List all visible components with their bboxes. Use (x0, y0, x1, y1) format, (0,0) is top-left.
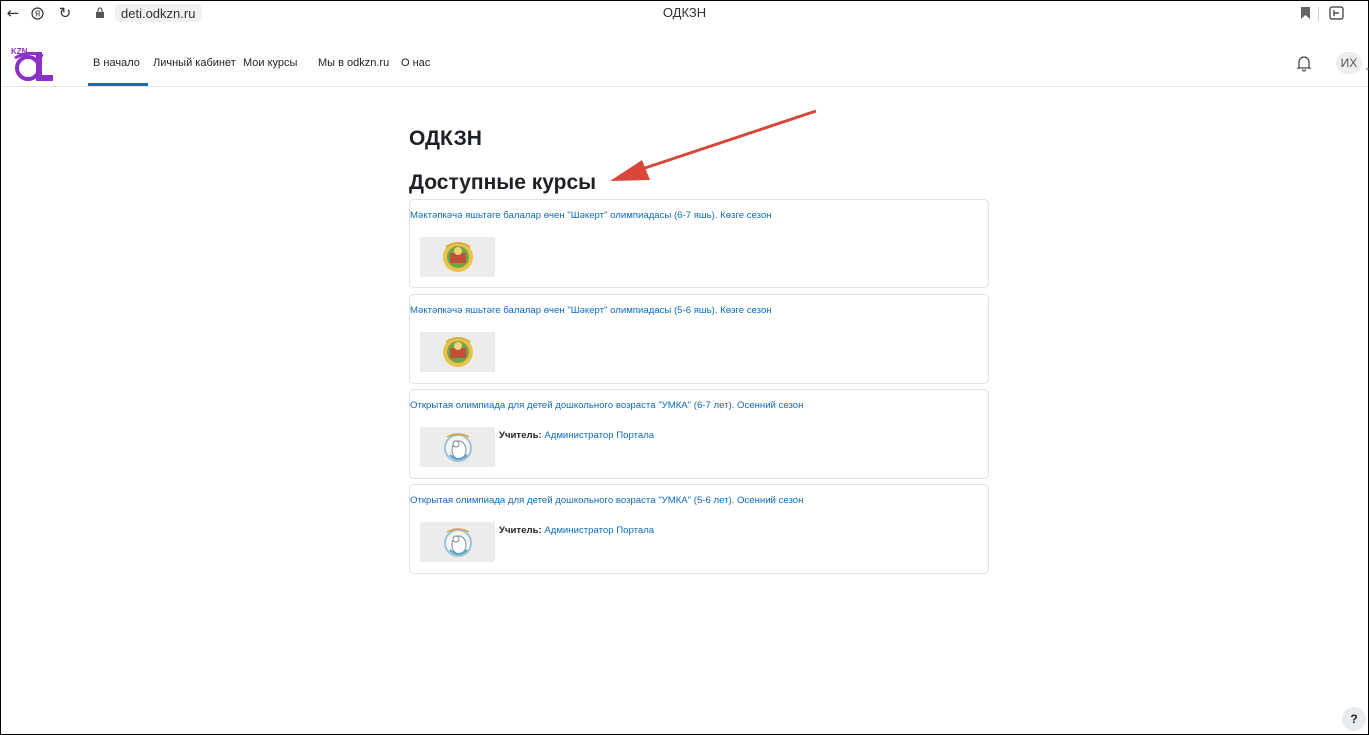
course-title-link[interactable]: Мәктәпкәчә яшьтәге балалар өчен "Шәкерт"… (410, 305, 772, 316)
course-title-link[interactable]: Открытая олимпиада для детей дошкольного… (410, 400, 803, 411)
course-image[interactable] (420, 237, 495, 277)
notification-bell-icon[interactable] (1296, 54, 1312, 72)
course-image[interactable] (420, 522, 495, 562)
nav-item-dashboard[interactable]: Личный кабинет (153, 40, 236, 86)
nav-item-odkzn[interactable]: Мы в odkzn.ru (318, 40, 389, 86)
nav-item-my-courses[interactable]: Мои курсы (243, 40, 297, 86)
site-logo[interactable]: KZN (9, 44, 69, 82)
course-title-link[interactable]: Мәктәпкәчә яшьтәге балалар өчен "Шәкерт"… (410, 210, 772, 221)
user-initials: ИХ (1340, 56, 1358, 70)
available-courses-heading: Доступные курсы (409, 171, 597, 194)
nav-item-home[interactable]: В начало (93, 40, 140, 86)
nav-active-indicator (88, 83, 148, 86)
teacher-label: Учитель: (499, 430, 542, 441)
teacher-link[interactable]: Администратор Портала (544, 430, 654, 441)
teacher-link[interactable]: Администратор Портала (544, 525, 654, 536)
course-teacher: Учитель: Администратор Портала (499, 525, 654, 536)
chevron-down-icon[interactable]: ⌄ (1364, 62, 1369, 73)
course-image[interactable] (420, 332, 495, 372)
help-button[interactable]: ? (1342, 707, 1366, 731)
site-navbar: KZN В начало Личный кабинет Мои курсы Мы… (1, 40, 1369, 87)
tab-title: ОДКЗН (662, 5, 707, 20)
bookmark-icon[interactable] (1297, 1, 1313, 25)
page-title: ОДКЗН (409, 127, 482, 150)
course-card: Мәктәпкәчә яшьтәге балалар өчен "Шәкерт"… (409, 294, 989, 384)
nav-item-about[interactable]: О нас (401, 40, 430, 86)
course-title-link[interactable]: Открытая олимпиада для детей дошкольного… (410, 495, 803, 506)
course-card: Мәктәпкәчә яшьтәге балалар өчен "Шәкерт"… (409, 199, 989, 288)
course-image[interactable] (420, 427, 495, 467)
user-avatar[interactable]: ИХ (1336, 52, 1362, 74)
browser-toolbar: ← Я ↻ deti.odkzn.ru ОДКЗН (1, 1, 1368, 39)
extensions-icon[interactable] (1325, 1, 1347, 25)
course-card: Открытая олимпиада для детей дошкольного… (409, 389, 989, 479)
course-card: Открытая олимпиада для детей дошкольного… (409, 484, 989, 574)
teacher-label: Учитель: (499, 525, 542, 536)
course-teacher: Учитель: Администратор Портала (499, 430, 654, 441)
